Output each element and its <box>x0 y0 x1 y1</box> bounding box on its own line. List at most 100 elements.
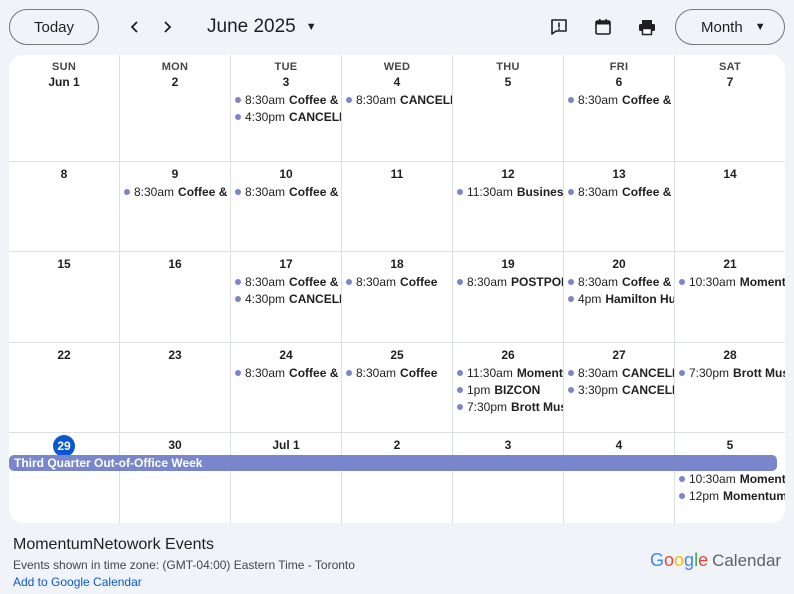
day-cell[interactable]: TUE38:30amCoffee & Connect4:30pmCANCELLE… <box>231 55 342 162</box>
calendar-icon[interactable] <box>591 15 615 39</box>
day-cell[interactable]: WED 4 8:30amCANCELLED <box>342 55 453 162</box>
day-cell[interactable]: 29 <box>9 433 120 523</box>
event-chip[interactable]: 8:30amCoffee & Connect <box>568 274 674 290</box>
date-number[interactable]: 26 <box>453 348 563 362</box>
event-chip[interactable]: 8:30amCoffee & Connect <box>235 92 341 108</box>
event-chip[interactable]: 11:30amBusiness <box>457 184 563 200</box>
date-number[interactable]: 9 <box>120 167 230 181</box>
day-cell[interactable]: MON 2 <box>120 55 231 162</box>
feedback-icon[interactable] <box>547 15 571 39</box>
date-number[interactable]: 2 <box>120 75 230 89</box>
day-cell[interactable]: 4 <box>564 433 675 523</box>
day-cell[interactable]: 9 8:30amCoffee & Connect <box>120 162 231 252</box>
date-number[interactable]: 2 <box>342 438 452 452</box>
event-chip[interactable]: 11:30amMomentum <box>457 365 563 381</box>
chevron-left-icon[interactable] <box>123 15 147 39</box>
date-number[interactable]: 3 <box>453 438 563 452</box>
day-cell[interactable]: 13 8:30amCoffee & Connect <box>564 162 675 252</box>
date-number[interactable]: 22 <box>9 348 119 362</box>
date-number[interactable]: Jul 1 <box>231 438 341 452</box>
event-chip[interactable]: 7:30pmBrott Music <box>679 365 785 381</box>
event-chip[interactable]: 12pm Momentum <box>679 488 785 504</box>
date-number[interactable]: 6 <box>564 75 674 89</box>
print-icon[interactable] <box>635 15 659 39</box>
event-chip[interactable]: 10:30amMomentum <box>679 471 785 487</box>
day-cell[interactable]: 28 7:30pmBrott Music <box>675 343 785 433</box>
day-cell[interactable]: 5 10:30amMomentum12pmMomentum <box>675 433 785 523</box>
day-cell[interactable]: 12 11:30amBusiness <box>453 162 564 252</box>
date-number[interactable]: 24 <box>231 348 341 362</box>
event-chip[interactable]: 8:30amCANCELLED <box>568 365 674 381</box>
day-cell[interactable]: FRI 6 8:30amCoffee & Connect <box>564 55 675 162</box>
month-selector[interactable]: June 2025 ▼ <box>207 16 317 38</box>
allday-event-banner[interactable]: Third Quarter Out-of-Office Week <box>9 455 777 471</box>
event-chip[interactable]: 4pmHamilton Hub <box>568 291 674 307</box>
event-chip[interactable]: 8:30amCANCELLED <box>346 92 452 108</box>
day-cell[interactable]: 26 11:30amMomentum1pmBIZCON7:30pmBrott Mu… <box>453 343 564 433</box>
date-number[interactable]: 15 <box>9 257 119 271</box>
event-chip[interactable]: 8:30amCoffee & Connect <box>568 184 674 200</box>
day-cell[interactable]: 15 <box>9 252 120 343</box>
date-number[interactable]: 30 <box>120 438 230 452</box>
date-number[interactable]: 20 <box>564 257 674 271</box>
day-cell[interactable]: SUN Jun 1 <box>9 55 120 162</box>
date-number[interactable]: 21 <box>675 257 785 271</box>
day-cell[interactable]: 25 8:30am Coffee <box>342 343 453 433</box>
event-chip[interactable]: 8:30amCoffee & Connect <box>235 274 341 290</box>
date-number[interactable]: 10 <box>231 167 341 181</box>
view-selector[interactable]: Month ▼ <box>675 9 785 45</box>
date-number[interactable]: 11 <box>342 167 452 181</box>
date-number[interactable]: 5 <box>453 75 563 89</box>
event-chip[interactable]: 8:30amCoffee & Connect <box>235 365 341 381</box>
date-number[interactable]: 19 <box>453 257 563 271</box>
event-chip[interactable]: 8:30amCoffee & Connect <box>568 92 674 108</box>
date-number[interactable]: 5 <box>675 438 785 452</box>
date-number[interactable]: 27 <box>564 348 674 362</box>
event-chip[interactable]: 4:30pmCANCELLED <box>235 109 341 125</box>
date-number[interactable]: 17 <box>231 257 341 271</box>
day-cell[interactable]: 18 8:30am Coffee <box>342 252 453 343</box>
date-number[interactable]: 3 <box>231 75 341 89</box>
day-cell[interactable]: 22 <box>9 343 120 433</box>
day-cell[interactable]: 2 <box>342 433 453 523</box>
event-chip[interactable]: 4:30pmCANCELLED <box>235 291 341 307</box>
day-cell[interactable]: 14 <box>675 162 785 252</box>
event-chip[interactable]: 8:30am Coffee <box>346 365 452 381</box>
day-cell[interactable]: 30 <box>120 433 231 523</box>
event-chip[interactable]: 8:30amCoffee & Connect <box>124 184 230 200</box>
day-cell[interactable]: SAT 7 <box>675 55 785 162</box>
day-cell[interactable]: 21 10:30amMomentum <box>675 252 785 343</box>
event-chip[interactable]: 8:30amCoffee & Connect <box>235 184 341 200</box>
day-cell[interactable]: 17 8:30amCoffee & Connect4:30pmCANCELLED <box>231 252 342 343</box>
date-number[interactable]: 8 <box>9 167 119 181</box>
day-cell[interactable]: 11 <box>342 162 453 252</box>
day-cell[interactable]: 10 8:30amCoffee & Connect <box>231 162 342 252</box>
day-cell[interactable]: 3 <box>453 433 564 523</box>
date-number[interactable]: 16 <box>120 257 230 271</box>
today-button[interactable]: Today <box>9 9 99 45</box>
today-date-number[interactable]: 29 <box>53 435 75 457</box>
event-chip[interactable]: 3:30pmCANCELLED <box>568 382 674 398</box>
day-cell[interactable]: 20 8:30amCoffee & Connect4pmHamilton Hub <box>564 252 675 343</box>
date-number[interactable]: 14 <box>675 167 785 181</box>
date-number[interactable]: 25 <box>342 348 452 362</box>
event-chip[interactable]: 7:30pmBrott Music <box>457 399 563 415</box>
day-cell[interactable]: 23 <box>120 343 231 433</box>
date-number[interactable]: 4 <box>342 75 452 89</box>
date-number[interactable]: 28 <box>675 348 785 362</box>
event-chip[interactable]: 8:30am Coffee <box>346 274 452 290</box>
event-chip[interactable]: 8:30amPOSTPONED <box>457 274 563 290</box>
add-to-google-calendar-link[interactable]: Add to Google Calendar <box>13 575 142 589</box>
date-number[interactable]: 23 <box>120 348 230 362</box>
day-cell[interactable]: THU 5 <box>453 55 564 162</box>
day-cell[interactable]: 8 <box>9 162 120 252</box>
day-cell[interactable]: 16 <box>120 252 231 343</box>
day-cell[interactable]: Jul 1 <box>231 433 342 523</box>
date-number[interactable]: 18 <box>342 257 452 271</box>
day-cell[interactable]: 24 8:30amCoffee & Connect <box>231 343 342 433</box>
event-chip[interactable]: 10:30amMomentum <box>679 274 785 290</box>
day-cell[interactable]: 19 8:30amPOSTPONED <box>453 252 564 343</box>
day-cell[interactable]: 27 8:30amCANCELLED3:30pmCANCELLED <box>564 343 675 433</box>
event-chip[interactable]: 1pm BIZCON <box>457 382 563 398</box>
chevron-right-icon[interactable] <box>155 15 179 39</box>
